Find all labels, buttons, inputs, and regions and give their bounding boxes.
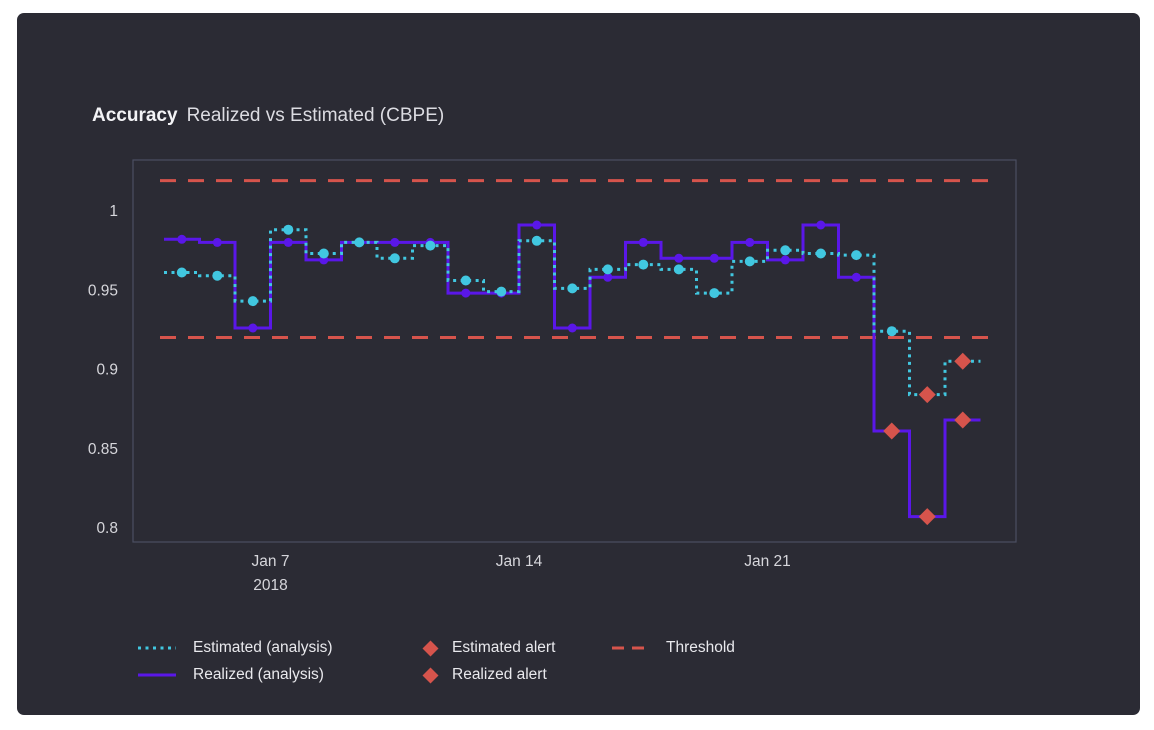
estimated-dotted-line-icon bbox=[137, 642, 177, 654]
realized-solid-line-icon bbox=[137, 669, 177, 681]
y-tick-label: 0.8 bbox=[96, 520, 118, 537]
estimated-marker bbox=[283, 225, 293, 235]
x-tick-label: Jan 21 bbox=[744, 553, 791, 570]
page: AccuracyRealized vs Estimated (CBPE) 10.… bbox=[0, 0, 1154, 730]
realized-marker bbox=[852, 273, 861, 282]
estimated-marker bbox=[745, 256, 755, 266]
estimated-marker bbox=[851, 250, 861, 260]
estimated-marker bbox=[532, 236, 542, 246]
realized-alert-marker bbox=[954, 411, 971, 428]
estimated-marker bbox=[496, 287, 506, 297]
legend-item-estimated-alert[interactable]: Estimated alert bbox=[421, 638, 555, 658]
plot-area-border bbox=[133, 160, 1016, 542]
realized-marker bbox=[745, 238, 754, 247]
alert-diamond-icon bbox=[421, 639, 440, 658]
legend-item-realized[interactable]: Realized (analysis) bbox=[137, 665, 324, 685]
threshold-dashed-line-icon bbox=[612, 642, 652, 654]
realized-step-line bbox=[164, 225, 981, 517]
legend-item-realized-alert[interactable]: Realized alert bbox=[421, 665, 547, 685]
y-tick-label: 0.95 bbox=[88, 282, 118, 299]
estimated-marker bbox=[887, 326, 897, 336]
realized-marker bbox=[674, 254, 683, 263]
realized-marker bbox=[816, 221, 825, 230]
estimated-marker bbox=[816, 249, 826, 259]
realized-marker bbox=[461, 289, 470, 298]
realized-marker bbox=[390, 238, 399, 247]
y-tick-label: 0.9 bbox=[96, 362, 118, 379]
x-tick-year-label: 2018 bbox=[253, 577, 287, 594]
accuracy-step-chart[interactable]: 1 0.95 0.9 0.85 0.8 Jan 7 2018 Jan 14 Jan 21 bbox=[0, 0, 1154, 730]
estimated-marker bbox=[638, 260, 648, 270]
estimated-marker bbox=[674, 264, 684, 274]
realized-marker bbox=[177, 235, 186, 244]
legend-label: Estimated alert bbox=[452, 639, 555, 657]
realized-marker bbox=[213, 238, 222, 247]
estimated-marker bbox=[567, 283, 577, 293]
y-tick-label: 1 bbox=[109, 203, 118, 220]
legend-label: Realized alert bbox=[452, 666, 547, 684]
realized-alert-marker bbox=[919, 508, 936, 525]
estimated-marker bbox=[709, 288, 719, 298]
estimated-marker bbox=[319, 249, 329, 259]
estimated-marker bbox=[603, 264, 613, 274]
estimated-marker bbox=[780, 245, 790, 255]
x-tick-label: Jan 14 bbox=[496, 553, 543, 570]
estimated-marker bbox=[461, 276, 471, 286]
realized-marker bbox=[639, 238, 648, 247]
legend-item-threshold[interactable]: Threshold bbox=[612, 638, 735, 658]
realized-marker bbox=[284, 238, 293, 247]
estimated-marker bbox=[212, 271, 222, 281]
estimated-marker bbox=[390, 253, 400, 263]
x-tick-label: Jan 7 bbox=[252, 553, 290, 570]
estimated-alert-marker bbox=[919, 386, 936, 403]
legend-label: Threshold bbox=[666, 639, 735, 657]
realized-marker bbox=[532, 221, 541, 230]
legend-item-estimated[interactable]: Estimated (analysis) bbox=[137, 638, 333, 658]
legend-label: Estimated (analysis) bbox=[193, 639, 333, 657]
realized-marker bbox=[568, 324, 577, 333]
alert-diamond-icon bbox=[421, 666, 440, 685]
realized-marker bbox=[710, 254, 719, 263]
y-tick-label: 0.85 bbox=[88, 441, 118, 458]
realized-alert-marker bbox=[883, 423, 900, 440]
estimated-marker bbox=[177, 268, 187, 278]
estimated-alert-marker bbox=[954, 353, 971, 370]
estimated-marker bbox=[425, 241, 435, 251]
realized-marker bbox=[248, 324, 257, 333]
estimated-marker bbox=[354, 237, 364, 247]
realized-marker bbox=[781, 255, 790, 264]
estimated-marker bbox=[248, 296, 258, 306]
legend-label: Realized (analysis) bbox=[193, 666, 324, 684]
